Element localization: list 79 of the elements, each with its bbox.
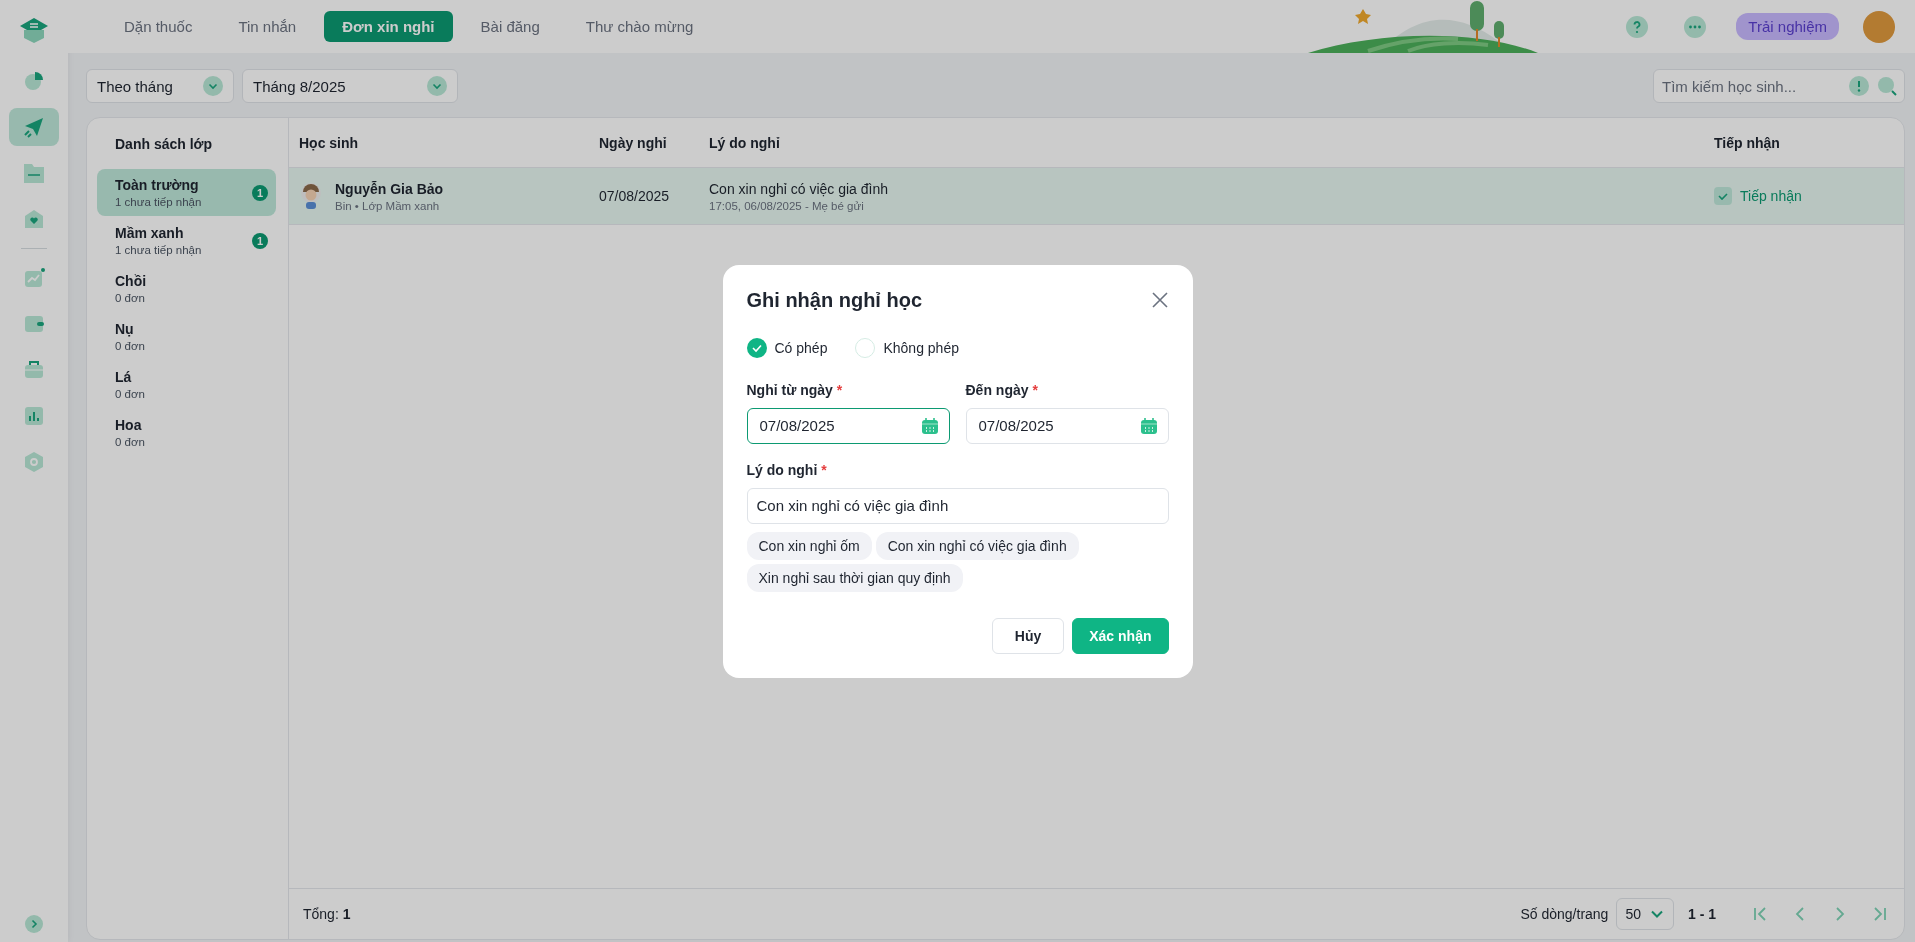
class-item[interactable]: Hoa 0 đơn bbox=[97, 409, 276, 456]
field-label: Đến ngày * bbox=[965, 381, 1039, 398]
child-avatar-icon bbox=[299, 182, 323, 210]
class-name: Lá bbox=[115, 369, 133, 385]
help-icon[interactable] bbox=[1626, 15, 1649, 38]
chevron-down-icon bbox=[203, 76, 223, 96]
class-item[interactable]: Nụ 0 đơn bbox=[97, 313, 276, 360]
class-name: Nụ bbox=[115, 321, 135, 337]
calendar-icon[interactable] bbox=[920, 416, 939, 435]
tab[interactable]: Dặn thuốc bbox=[106, 11, 211, 42]
page-size-select[interactable]: 50 bbox=[1616, 898, 1674, 930]
search-icon[interactable] bbox=[1877, 76, 1897, 96]
class-item[interactable]: Toàn trường 1 chưa tiếp nhận 1 bbox=[97, 169, 276, 216]
avatar[interactable] bbox=[1863, 10, 1895, 43]
field-label: Lý do nghỉ * bbox=[746, 461, 828, 478]
paper-plane-icon bbox=[22, 115, 46, 139]
cancel-button[interactable]: Hủy bbox=[991, 617, 1065, 654]
tab[interactable]: Tin nhắn bbox=[220, 11, 315, 42]
option-label: Có phép bbox=[774, 339, 828, 356]
column-header: Lý do nghỉ bbox=[709, 134, 781, 151]
class-count: 0 đơn bbox=[115, 340, 146, 352]
period-select[interactable]: Theo tháng bbox=[86, 69, 234, 103]
tab[interactable]: Thư chào mừng bbox=[567, 11, 712, 42]
column-header: Học sinh bbox=[299, 134, 360, 151]
count-badge: 1 bbox=[252, 185, 268, 201]
class-count: 0 đơn bbox=[115, 292, 146, 304]
radio-button[interactable] bbox=[855, 337, 876, 358]
trend-chart-icon bbox=[22, 266, 46, 290]
class-list-title: Danh sách lớp bbox=[114, 135, 214, 154]
sent-info: 17:05, 06/08/2025 - Mẹ bé gửi bbox=[709, 199, 865, 212]
date-field[interactable]: 07/08/2025 bbox=[965, 407, 1169, 444]
reason-suggestion[interactable]: Con xin nghỉ có việc gia đình bbox=[875, 531, 1079, 560]
field-label: Nghỉ từ ngày * bbox=[746, 381, 844, 398]
search-field[interactable]: Tìm kiếm học sinh... bbox=[1653, 69, 1905, 103]
rows-per-page-label: Số dòng/trang bbox=[1520, 906, 1609, 922]
tab[interactable]: Bài đăng bbox=[462, 11, 558, 42]
class-count: 1 chưa tiếp nhận bbox=[115, 196, 203, 208]
folder-icon bbox=[22, 161, 46, 185]
class-name: Mầm xanh bbox=[115, 225, 185, 241]
page-range: 1 - 1 bbox=[1688, 906, 1716, 922]
info-icon bbox=[1849, 76, 1869, 96]
reason-suggestion[interactable]: Xin nghỉ sau thời gian quy định bbox=[746, 563, 963, 592]
date-field[interactable]: 07/08/2025 bbox=[746, 407, 950, 444]
absence-date: 07/08/2025 bbox=[599, 188, 671, 204]
bar-chart-icon bbox=[22, 404, 46, 428]
option-label: Không phép bbox=[883, 339, 959, 356]
table-row[interactable]: Nguyễn Gia Bảo Bin • Lớp Mầm xanh 07/08/2025 Con xin nghỉ có việc gia đình 17:05, 06/08/2025 - Mẹ bé gửi Tiếp nhận bbox=[289, 168, 1904, 225]
total-count: Tổng: 1 bbox=[303, 906, 351, 922]
dialog-title: Ghi nhận nghỉ học bbox=[746, 288, 923, 312]
student-class: Bin • Lớp Mầm xanh bbox=[335, 199, 441, 212]
radio-button[interactable] bbox=[746, 337, 767, 358]
pie-chart-icon bbox=[22, 69, 46, 93]
reason-field[interactable]: Con xin nghỉ có việc gia đình bbox=[746, 487, 1169, 524]
column-header: Tiếp nhận bbox=[1714, 134, 1781, 151]
column-header: Ngày nghỉ bbox=[599, 134, 668, 151]
hexagon-icon bbox=[22, 450, 46, 474]
class-item[interactable]: Lá 0 đơn bbox=[97, 361, 276, 408]
absence-reason: Con xin nghỉ có việc gia đình bbox=[709, 180, 889, 197]
close-icon[interactable] bbox=[1150, 291, 1169, 309]
class-name: Toàn trường bbox=[115, 177, 200, 193]
count-badge: 1 bbox=[252, 233, 268, 249]
month-select[interactable]: Tháng 8/2025 bbox=[242, 69, 458, 103]
more-icon[interactable] bbox=[1684, 15, 1707, 38]
reason-suggestion[interactable]: Con xin nghỉ ốm bbox=[746, 531, 872, 560]
expand-icon[interactable] bbox=[24, 914, 44, 934]
check-icon[interactable] bbox=[1714, 187, 1732, 205]
class-name: Hoa bbox=[115, 417, 143, 433]
class-item[interactable]: Chồi 0 đơn bbox=[97, 265, 276, 312]
chevron-down-icon bbox=[427, 76, 447, 96]
class-count: 0 đơn bbox=[115, 436, 146, 448]
class-item[interactable]: Mầm xanh 1 chưa tiếp nhận 1 bbox=[97, 217, 276, 264]
class-count: 1 chưa tiếp nhận bbox=[115, 244, 203, 256]
class-name: Chồi bbox=[115, 273, 148, 289]
heart-house-icon bbox=[22, 207, 46, 231]
accept-status: Tiếp nhận bbox=[1740, 188, 1802, 204]
sidebar-item[interactable] bbox=[9, 108, 59, 146]
calendar-icon[interactable] bbox=[1139, 416, 1158, 435]
student-name: Nguyễn Gia Bảo bbox=[335, 180, 444, 197]
class-count: 0 đơn bbox=[115, 388, 146, 400]
